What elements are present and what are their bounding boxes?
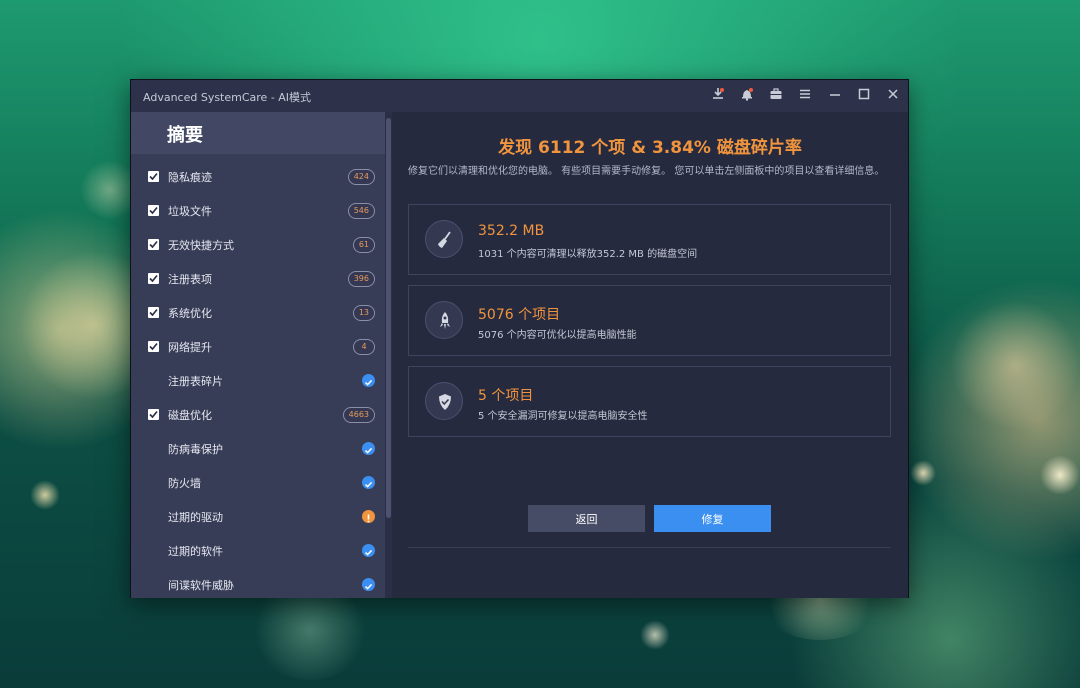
app-window: Advanced SystemCare - AI模式 摘要 隐私痕迹 424 垃圾文… bbox=[130, 79, 909, 598]
checkbox[interactable] bbox=[148, 341, 159, 352]
card-subtitle: 1031 个内容可清理以释放352.2 MB 的磁盘空间 bbox=[478, 249, 698, 260]
minimize-icon[interactable] bbox=[826, 87, 844, 105]
sidebar-item-label: 网络提升 bbox=[168, 341, 212, 354]
sidebar-item-label: 过期的驱动 bbox=[168, 511, 223, 524]
sidebar-item-label: 间谍软件威胁 bbox=[168, 579, 234, 592]
count-badge: 13 bbox=[352, 305, 375, 321]
checkbox[interactable] bbox=[148, 239, 159, 250]
result-card-security[interactable]: 5 个项目 5 个安全漏洞可修复以提高电脑安全性 bbox=[408, 366, 891, 437]
bell-icon[interactable] bbox=[738, 87, 756, 105]
checkbox[interactable] bbox=[148, 205, 159, 216]
count-badge: 4 bbox=[353, 339, 375, 355]
sidebar-item[interactable]: 隐私痕迹 424 bbox=[131, 160, 385, 194]
sidebar-header[interactable]: 摘要 bbox=[131, 112, 385, 154]
sidebar-item-label: 过期的软件 bbox=[168, 545, 223, 558]
divider bbox=[408, 547, 891, 548]
count-badge: 396 bbox=[347, 271, 375, 287]
sidebar-item[interactable]: 垃圾文件 546 bbox=[131, 194, 385, 228]
check-circle-icon bbox=[362, 374, 375, 387]
warning-icon bbox=[362, 510, 375, 523]
count-badge: 546 bbox=[347, 203, 375, 219]
window-title: Advanced SystemCare - AI模式 bbox=[143, 91, 312, 104]
count-badge: 4663 bbox=[342, 407, 375, 423]
sidebar-item[interactable]: 磁盘优化 4663 bbox=[131, 398, 385, 432]
card-title: 5 个项目 bbox=[478, 388, 534, 404]
card-subtitle: 5 个安全漏洞可修复以提高电脑安全性 bbox=[478, 411, 648, 422]
check-circle-icon bbox=[362, 544, 375, 557]
check-circle-icon bbox=[362, 476, 375, 489]
bokeh-light bbox=[910, 460, 936, 486]
title-bar[interactable]: Advanced SystemCare - AI模式 bbox=[131, 80, 908, 113]
sidebar-item[interactable]: 网络提升 4 bbox=[131, 330, 385, 364]
rocket-icon bbox=[425, 301, 463, 339]
result-card-optimize[interactable]: 5076 个项目 5076 个内容可优化以提高电脑性能 bbox=[408, 285, 891, 356]
fix-button[interactable]: 修复 bbox=[654, 505, 771, 532]
sidebar-scrollbar[interactable] bbox=[385, 112, 392, 598]
sidebar-item-label: 垃圾文件 bbox=[168, 205, 212, 218]
checkbox[interactable] bbox=[148, 171, 159, 182]
toolbox-icon[interactable] bbox=[767, 87, 785, 105]
card-title: 352.2 MB bbox=[478, 223, 545, 239]
count-badge: 61 bbox=[352, 237, 375, 253]
menu-icon[interactable] bbox=[796, 87, 814, 105]
main-panel: 发现 6112 个项 & 3.84% 磁盘碎片率 修复它们以清理和优化您的电脑。… bbox=[392, 112, 908, 598]
sidebar: 摘要 隐私痕迹 424 垃圾文件 546 无效快捷方式 61 注册表项 396 系统优化 13 网络… bbox=[131, 112, 385, 598]
scan-headline: 发现 6112 个项 & 3.84% 磁盘碎片率 bbox=[498, 138, 802, 158]
checkbox[interactable] bbox=[148, 409, 159, 420]
card-subtitle: 5076 个内容可优化以提高电脑性能 bbox=[478, 330, 637, 341]
check-circle-icon bbox=[362, 578, 375, 591]
sidebar-item[interactable]: 注册表项 396 bbox=[131, 262, 385, 296]
count-badge: 424 bbox=[347, 169, 375, 185]
sidebar-item-label: 注册表项 bbox=[168, 273, 212, 286]
result-card-cleanup[interactable]: 352.2 MB 1031 个内容可清理以释放352.2 MB 的磁盘空间 bbox=[408, 204, 891, 275]
shield-icon bbox=[425, 382, 463, 420]
sidebar-item-label: 注册表碎片 bbox=[168, 375, 223, 388]
sidebar-item-label: 系统优化 bbox=[168, 307, 212, 320]
check-circle-icon bbox=[362, 442, 375, 455]
bokeh-light bbox=[30, 480, 60, 510]
sidebar-item[interactable]: 过期的驱动 bbox=[131, 500, 385, 534]
broom-icon bbox=[425, 220, 463, 258]
scan-description: 修复它们以清理和优化您的电脑。 有些项目需要手动修复。 您可以单击左侧面板中的项… bbox=[408, 166, 885, 177]
download-icon[interactable] bbox=[709, 87, 727, 105]
sidebar-item-label: 防病毒保护 bbox=[168, 443, 223, 456]
card-title: 5076 个项目 bbox=[478, 307, 561, 323]
sidebar-item[interactable]: 防火墙 bbox=[131, 466, 385, 500]
sidebar-header-label: 摘要 bbox=[167, 125, 203, 146]
bokeh-light bbox=[640, 620, 670, 650]
sidebar-item[interactable]: 间谍软件威胁 bbox=[131, 568, 385, 598]
sidebar-item-label: 隐私痕迹 bbox=[168, 171, 212, 184]
maximize-icon[interactable] bbox=[855, 87, 873, 105]
checkbox[interactable] bbox=[148, 307, 159, 318]
sidebar-item-label: 磁盘优化 bbox=[168, 409, 212, 422]
sidebar-item-label: 防火墙 bbox=[168, 477, 201, 490]
bokeh-light bbox=[950, 300, 1080, 430]
sidebar-item-label: 无效快捷方式 bbox=[168, 239, 234, 252]
checkbox[interactable] bbox=[148, 273, 159, 284]
sidebar-item[interactable]: 无效快捷方式 61 bbox=[131, 228, 385, 262]
scrollbar-thumb[interactable] bbox=[386, 118, 391, 518]
sidebar-item[interactable]: 防病毒保护 bbox=[131, 432, 385, 466]
back-button[interactable]: 返回 bbox=[528, 505, 645, 532]
sidebar-item[interactable]: 注册表碎片 bbox=[131, 364, 385, 398]
bokeh-light bbox=[1040, 455, 1080, 495]
close-icon[interactable] bbox=[884, 87, 902, 105]
sidebar-item[interactable]: 过期的软件 bbox=[131, 534, 385, 568]
sidebar-item[interactable]: 系统优化 13 bbox=[131, 296, 385, 330]
